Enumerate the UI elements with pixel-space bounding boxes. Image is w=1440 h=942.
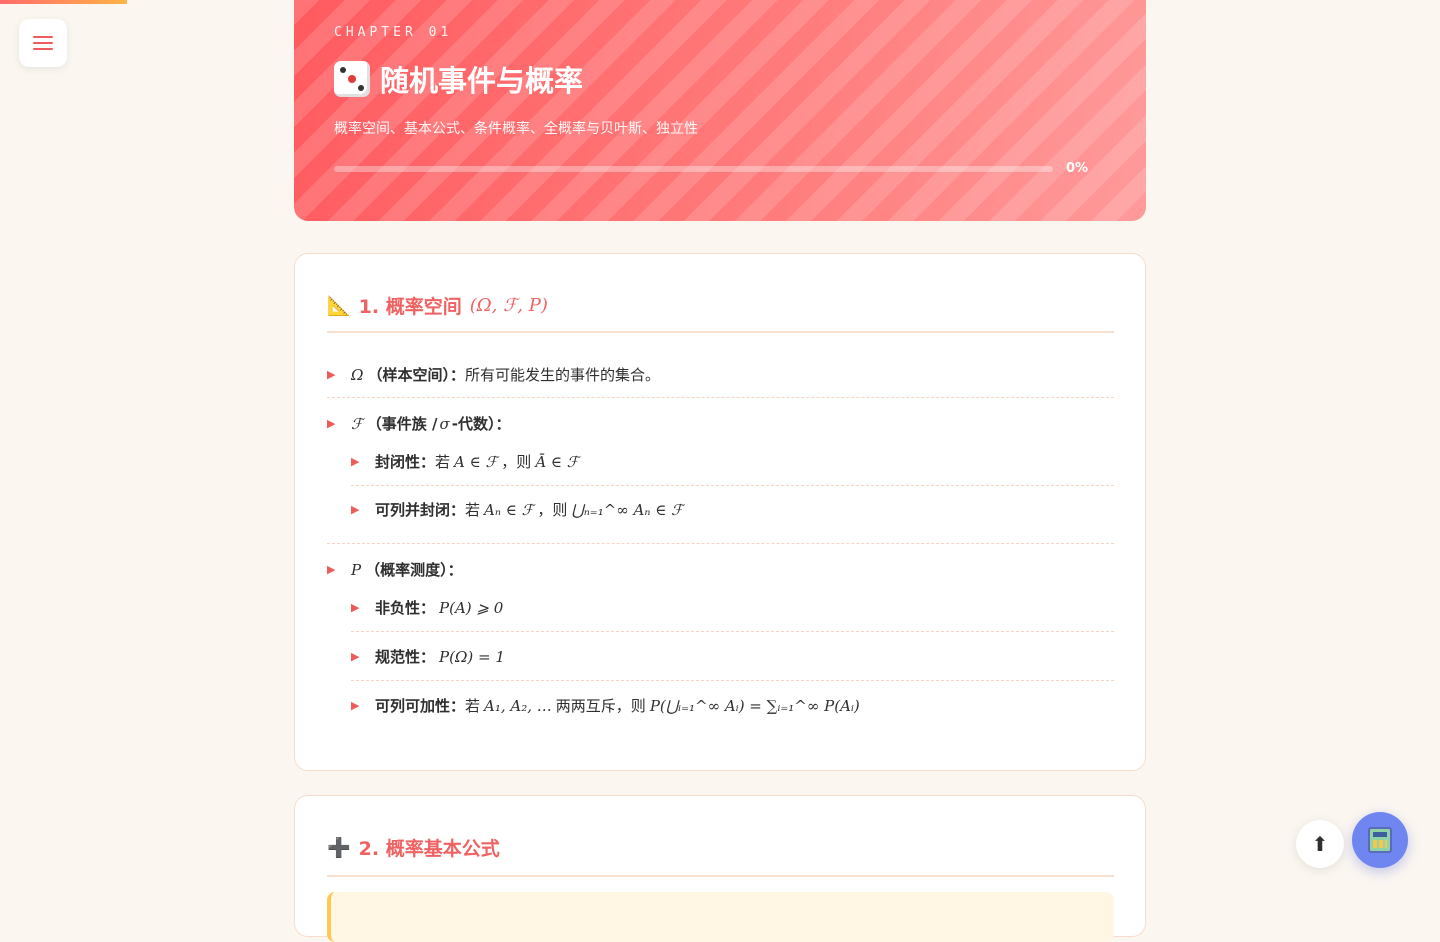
math-expr: A ∈ ℱ — [454, 452, 498, 471]
math-expr: P(Ω) = 1 — [439, 647, 505, 666]
chapter-kicker: CHAPTER 01 — [334, 25, 453, 40]
term-text: 所有可能发生的事件的集合。 — [464, 366, 660, 384]
triangle-ruler-icon: 📐 — [327, 295, 351, 317]
item-separator — [327, 397, 1114, 398]
math-omega: Ω — [351, 365, 364, 384]
list-item-probability-measure: ▶ P （概率测度）： — [327, 559, 463, 580]
section-divider — [327, 331, 1114, 333]
term-label: （样本空间）： — [367, 366, 465, 384]
list-item-sample-space: ▶ Ω （样本空间）： 所有可能发生的事件的集合。 — [327, 364, 660, 385]
sub-item-closure: ▶ 封闭性： 若 A ∈ ℱ ，则 Ā ∈ ℱ — [351, 451, 583, 472]
sub-item-nonnegativity: ▶ 非负性： P(A) ⩾ 0 — [351, 597, 507, 618]
abacus-icon — [1368, 827, 1392, 853]
term-text: 两两互斥，则 — [555, 697, 646, 715]
calculator-button[interactable] — [1352, 812, 1408, 868]
bullet-arrow-icon: ▶ — [327, 368, 336, 381]
term-label-tail: -代数）： — [451, 415, 511, 433]
term-text: 若 — [435, 453, 451, 471]
term-text: ，则 — [501, 453, 532, 471]
reading-progress-bar — [0, 0, 127, 4]
chapter-progress-label: 0% — [1066, 161, 1089, 176]
item-separator — [351, 680, 1114, 681]
math-expr: Aₙ ∈ ℱ — [484, 500, 534, 519]
item-separator — [351, 631, 1114, 632]
bullet-arrow-icon: ▶ — [327, 417, 336, 430]
bullet-arrow-icon: ▶ — [351, 503, 360, 516]
section-probability-space: 📐 1. 概率空间 (Ω, ℱ, P) ▶ Ω （样本空间）： 所有可能发生的事… — [294, 253, 1146, 771]
term-label: 可列并封闭： — [375, 501, 466, 519]
sub-item-countable-additivity: ▶ 可列可加性： 若 A₁, A₂, … 两两互斥，则 P(⋃ᵢ₌₁^∞ Aᵢ)… — [351, 695, 864, 716]
sub-item-normalization: ▶ 规范性： P(Ω) = 1 — [351, 646, 509, 667]
item-separator — [327, 543, 1114, 544]
section-divider — [327, 875, 1114, 877]
chapter-title-text: 随机事件与概率 — [380, 64, 584, 98]
term-label: 规范性： — [375, 648, 436, 666]
term-text: ，则 — [537, 501, 568, 519]
math-expr: P(A) ⩾ 0 — [439, 598, 504, 617]
math-expr: ⋃ₙ₌₁^∞ Aₙ ∈ ℱ — [571, 500, 683, 519]
section-title: ➕ 2. 概率基本公式 — [327, 834, 500, 861]
chapter-progress-track — [334, 166, 1053, 172]
sub-item-countable-union: ▶ 可列并封闭： 若 Aₙ ∈ ℱ ，则 ⋃ₙ₌₁^∞ Aₙ ∈ ℱ — [351, 499, 687, 520]
bullet-arrow-icon: ▶ — [351, 455, 360, 468]
arrow-up-icon: ⬆ — [1311, 832, 1329, 856]
math-script-f: ℱ — [351, 414, 363, 433]
math-p: P — [351, 560, 362, 579]
math-expr: A₁, A₂, … — [484, 696, 552, 715]
item-separator — [351, 485, 1114, 486]
plus-icon: ➕ — [327, 837, 351, 859]
term-label: 可列可加性： — [375, 697, 466, 715]
chapter-hero: CHAPTER 01 随机事件与概率 概率空间、基本公式、条件概率、全概率与贝叶… — [294, 0, 1146, 221]
chapter-subtitle: 概率空间、基本公式、条件概率、全概率与贝叶斯、独立性 — [334, 121, 698, 137]
section-title-math: (Ω, ℱ, P) — [469, 295, 548, 316]
section-basic-formulas: ➕ 2. 概率基本公式 — [294, 795, 1146, 942]
section-title-text: 1. 概率空间 — [358, 296, 462, 318]
dice-icon — [334, 61, 370, 97]
term-label: （概率测度）： — [365, 561, 463, 579]
math-sigma: σ — [439, 414, 450, 433]
bullet-arrow-icon: ▶ — [351, 601, 360, 614]
menu-button[interactable] — [19, 19, 67, 67]
bullet-arrow-icon: ▶ — [351, 699, 360, 712]
list-item-event-field: ▶ ℱ （事件族 / σ -代数）： — [327, 413, 510, 434]
back-to-top-button[interactable]: ⬆ — [1296, 820, 1344, 868]
term-text: 若 — [465, 697, 481, 715]
term-label: 非负性： — [375, 599, 436, 617]
bullet-arrow-icon: ▶ — [351, 650, 360, 663]
chapter-title: 随机事件与概率 — [334, 58, 583, 100]
section-title: 📐 1. 概率空间 (Ω, ℱ, P) — [327, 292, 548, 319]
math-expr: Ā ∈ ℱ — [535, 452, 579, 471]
bullet-arrow-icon: ▶ — [327, 563, 336, 576]
math-expr: P(⋃ᵢ₌₁^∞ Aᵢ) = ∑ᵢ₌₁^∞ P(Aᵢ) — [649, 696, 860, 715]
term-label: 封闭性： — [375, 453, 436, 471]
section-title-text: 2. 概率基本公式 — [358, 838, 500, 860]
hamburger-icon — [33, 32, 53, 54]
term-label: （事件族 / — [366, 415, 438, 433]
term-text: 若 — [465, 501, 481, 519]
